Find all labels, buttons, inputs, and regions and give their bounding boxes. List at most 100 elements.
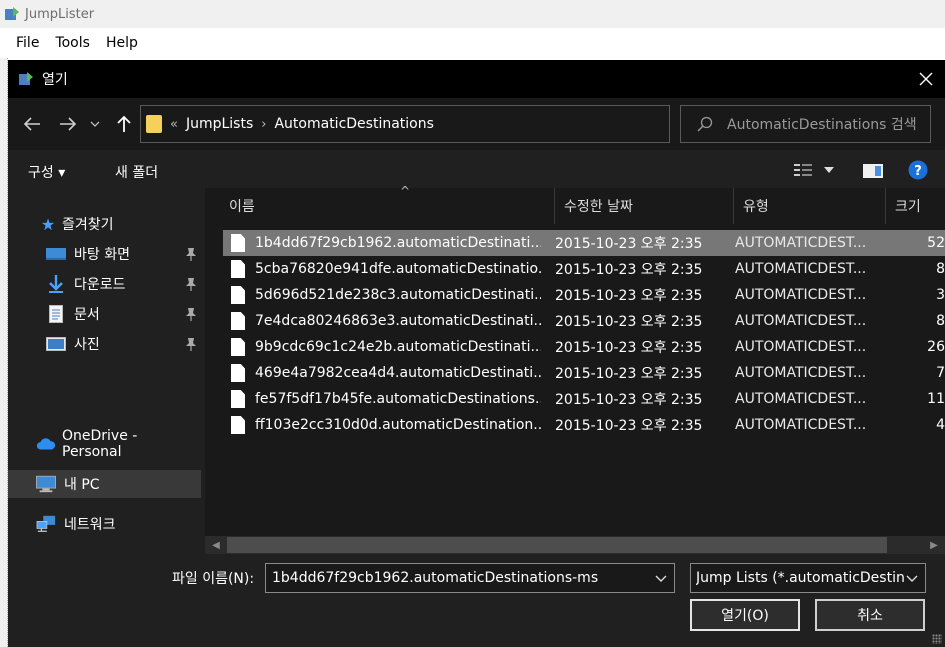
column-header-date[interactable]: 수정한 날짜: [555, 188, 734, 224]
scroll-right-arrow-icon[interactable]: ▶: [925, 537, 943, 553]
file-row[interactable]: 7e4dca80246863e3.automaticDestinati... 2…: [223, 308, 945, 334]
column-header-size[interactable]: 크기: [886, 188, 945, 224]
column-label: 유형: [743, 199, 769, 215]
network-icon: [36, 515, 56, 533]
nav-label: 즐겨찾기: [62, 217, 114, 233]
file-row[interactable]: 469e4a7982cea4d4.automaticDestinati... 2…: [223, 360, 945, 386]
cancel-button[interactable]: 취소: [815, 599, 925, 631]
file-name: fe57f5df17b45fe.automaticDestinations...: [255, 391, 541, 407]
file-date: 2015-10-23 오후 2:35: [555, 340, 703, 356]
app-icon: [5, 7, 19, 20]
nav-item-network[interactable]: 네트워크: [8, 510, 201, 538]
dialog-app-icon: [19, 72, 33, 85]
file-size: 52: [927, 235, 945, 251]
file-list: 이름 ^ 수정한 날짜 유형 크기 1b4dd67f29cb1962.autom…: [205, 184, 945, 554]
address-bar[interactable]: « JumpLists › AutomaticDestinations: [140, 105, 783, 143]
search-box[interactable]: AutomaticDestinations 검색: [680, 105, 931, 143]
nav-item-this-pc[interactable]: 내 PC: [8, 470, 201, 498]
file-row[interactable]: 1b4dd67f29cb1962.automaticDestinati... 2…: [223, 230, 945, 256]
help-button[interactable]: ?: [908, 160, 928, 180]
back-button[interactable]: [20, 112, 44, 136]
breadcrumb-overflow[interactable]: «: [170, 117, 178, 132]
star-icon: ★: [40, 214, 56, 234]
dialog-title-bar: 열기: [8, 60, 945, 98]
horizontal-scrollbar[interactable]: ◀ ▶: [205, 536, 945, 554]
view-options-button[interactable]: [794, 163, 834, 177]
file-name: 1b4dd67f29cb1962.automaticDestinati...: [255, 235, 541, 251]
pictures-icon: [46, 335, 66, 353]
document-icon: [46, 305, 66, 323]
svg-text:?: ?: [914, 164, 922, 179]
file-row[interactable]: ff103e2cc310d0d.automaticDestination... …: [223, 412, 945, 438]
dialog-title: 열기: [42, 72, 68, 88]
file-icon: [231, 312, 245, 330]
file-date: 2015-10-23 오후 2:35: [555, 262, 703, 278]
nav-label: OneDrive - Personal: [62, 428, 138, 460]
column-label: 크기: [895, 199, 921, 215]
nav-item-downloads[interactable]: 다운로드: [8, 270, 201, 298]
menu-tools[interactable]: Tools: [47, 32, 98, 54]
nav-label: 문서: [74, 307, 100, 323]
file-date: 2015-10-23 오후 2:35: [555, 392, 703, 408]
nav-item-documents[interactable]: 문서: [8, 300, 201, 328]
filename-input[interactable]: 1b4dd67f29cb1962.automaticDestinations-m…: [265, 563, 675, 593]
file-name: ff103e2cc310d0d.automaticDestination...: [255, 417, 541, 433]
file-name: 9b9cdc69c1c24e2b.automaticDestinati...: [255, 339, 541, 355]
file-date: 2015-10-23 오후 2:35: [555, 288, 703, 304]
nav-item-onedrive[interactable]: OneDrive - Personal: [8, 428, 201, 460]
breadcrumb-jumplists[interactable]: JumpLists: [186, 116, 253, 132]
nav-item-favorites[interactable]: ★ 즐겨찾기: [8, 210, 201, 238]
menu-help[interactable]: Help: [98, 32, 146, 54]
new-folder-button[interactable]: 새 폴더: [115, 162, 158, 182]
nav-label: 다운로드: [74, 277, 126, 293]
resize-grip[interactable]: [932, 634, 942, 644]
close-button[interactable]: [911, 64, 941, 94]
nav-item-pictures[interactable]: 사진: [8, 330, 201, 358]
file-size: 4: [936, 417, 945, 433]
file-type: AUTOMATICDEST...: [735, 365, 867, 381]
file-name: 5cba76820e941dfe.automaticDestinatio...: [255, 261, 541, 277]
scroll-left-arrow-icon[interactable]: ◀: [207, 537, 225, 553]
chevron-down-icon[interactable]: [654, 570, 668, 586]
pin-icon: [185, 337, 197, 355]
sort-ascending-icon: ^: [400, 184, 411, 198]
file-icon: [231, 416, 245, 434]
open-button[interactable]: 열기(O): [690, 599, 800, 631]
breadcrumb-automaticdestinations[interactable]: AutomaticDestinations: [274, 116, 433, 132]
close-icon: [919, 72, 933, 86]
nav-label: 내 PC: [64, 477, 100, 493]
arrow-left-icon: [23, 117, 40, 131]
file-type: AUTOMATICDEST...: [735, 261, 867, 277]
help-icon: ?: [908, 160, 928, 180]
up-button[interactable]: [112, 112, 136, 136]
menu-file[interactable]: File: [8, 32, 47, 54]
column-header-name[interactable]: 이름 ^: [220, 184, 555, 224]
file-row[interactable]: 5d696d521de238c3.automaticDestinati... 2…: [223, 282, 945, 308]
nav-label: 네트워크: [64, 517, 116, 533]
download-icon: [46, 275, 66, 293]
column-label: 수정한 날짜: [564, 199, 633, 215]
forward-button[interactable]: [56, 112, 80, 136]
menu-bar: File Tools Help: [0, 28, 945, 58]
file-type-filter[interactable]: Jump Lists (*.automaticDestinations: [690, 563, 926, 593]
file-date: 2015-10-23 오후 2:35: [555, 366, 703, 382]
app-background-edge: [0, 58, 8, 647]
chevron-down-icon: [824, 167, 834, 173]
search-placeholder: AutomaticDestinations 검색: [727, 117, 917, 133]
recent-locations-button[interactable]: [86, 112, 104, 136]
preview-pane-button[interactable]: [863, 164, 883, 178]
view-list-icon: [794, 164, 812, 176]
file-date: 2015-10-23 오후 2:35: [555, 236, 703, 252]
file-size: 3: [936, 287, 945, 303]
file-row[interactable]: fe57f5df17b45fe.automaticDestinations...…: [223, 386, 945, 412]
file-row[interactable]: 5cba76820e941dfe.automaticDestinatio... …: [223, 256, 945, 282]
column-header-type[interactable]: 유형: [734, 188, 886, 224]
scrollbar-thumb[interactable]: [227, 537, 887, 553]
computer-icon: [36, 475, 56, 493]
file-row[interactable]: 9b9cdc69c1c24e2b.automaticDestinati... 2…: [223, 334, 945, 360]
organize-button[interactable]: 구성 ▾: [28, 162, 65, 182]
nav-label: 바탕 화면: [74, 247, 130, 263]
nav-item-desktop[interactable]: 바탕 화면: [8, 240, 201, 268]
file-icon: [231, 390, 245, 408]
pin-icon: [185, 247, 197, 265]
